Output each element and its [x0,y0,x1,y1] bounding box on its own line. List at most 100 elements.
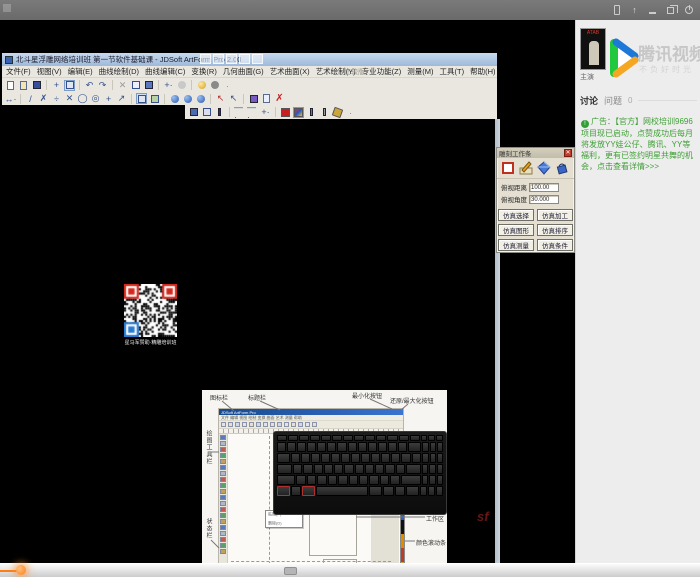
notes-icon[interactable] [261,93,272,104]
keyboard-key [406,486,419,496]
line-tool-icon[interactable]: / [25,93,36,104]
keyboard-key [316,486,368,496]
keyboard-key [401,475,421,485]
paint-bucket-icon[interactable] [555,161,569,175]
keyboard-key [422,464,428,474]
new-file-icon[interactable] [5,80,16,91]
announcement-link[interactable]: !广告：【官方】网校培训9696项目现已启动，点赞成功后每月将发放YY娃公仔、腾… [581,116,695,172]
progress-handle[interactable] [16,565,26,575]
pick-cursor-icon[interactable]: ↖ [215,93,226,104]
tab-discuss[interactable]: 讨论 [580,94,598,107]
palette-button[interactable]: 仿真测量 [498,239,534,251]
player-titlebar[interactable]: ↑ [0,0,700,20]
arrow-tool-icon[interactable]: ↗ [116,93,127,104]
paste-icon[interactable] [143,80,154,91]
keyboard-key [365,464,374,474]
gray-pencil-icon[interactable] [319,107,330,118]
minimize-icon[interactable] [647,5,658,16]
lamp-off-icon[interactable] [209,80,220,91]
menu-item[interactable]: 编辑(E) [68,66,93,77]
plus-tool-icon[interactable]: + [51,80,62,91]
menu-item[interactable]: 曲线编辑(C) [145,66,185,77]
redo-icon[interactable]: ↷ [97,80,108,91]
menu-item[interactable]: 帮助(H) [470,66,495,77]
palette-button[interactable]: 仿真图形 [498,224,534,236]
keyboard-key [375,464,384,474]
palette-button[interactable]: 仿真选择 [498,209,534,221]
node-select-icon[interactable] [64,80,75,91]
undo-icon[interactable]: ↶ [84,80,95,91]
keyboard-key [355,464,364,474]
menu-item[interactable]: 曲线绘制(D) [99,66,139,77]
close-icon[interactable]: ✕ [564,149,572,157]
offset-icon[interactable] [176,80,187,91]
table-pencil-icon[interactable] [201,107,212,118]
palette-button[interactable]: 仿真加工 [537,209,573,221]
view-angle-label: 俯视角度 [501,194,527,204]
thumbnail-figure [589,41,599,65]
stock-select-icon[interactable] [501,161,515,175]
midpoint-tool-icon[interactable]: ÷ [51,93,62,104]
circle-tool-icon[interactable]: ◯ [77,93,88,104]
palette-button[interactable]: 仿真排序 [537,224,573,236]
menu-item[interactable]: 测量(M) [407,66,433,77]
keyboard-key [331,453,340,463]
keyboard-key [351,453,360,463]
phone-icon[interactable] [611,5,622,16]
video-surface[interactable]: 北斗星浮雕网络培训班 第一节软件基础课 - JDSoft ArtForm Pro… [0,20,575,563]
view-angle-input[interactable]: 30.000 [529,195,559,204]
scrollbar-handle[interactable] [284,567,297,575]
view-distance-input[interactable]: 100.00 [529,183,559,192]
sphere-icon[interactable] [169,93,180,104]
polyline-tool-icon[interactable]: ✗ [38,93,49,104]
menu-item[interactable]: 艺术曲面(X) [270,66,310,77]
palette-button[interactable]: 仿真条件 [537,239,573,251]
keyboard-key [422,475,428,485]
gradient-swatch[interactable] [293,107,304,118]
keyboard-key [291,453,300,463]
grid-toggle-icon[interactable] [136,93,147,104]
diamond-surface-icon[interactable] [537,161,551,175]
color-pencil-icon[interactable] [306,107,317,118]
ellipse-tool-icon[interactable]: ◎ [90,93,101,104]
linewidth-icon[interactable]: +· [260,107,271,118]
sphere-icon[interactable] [182,93,193,104]
power-close-icon[interactable] [683,5,694,16]
fill-toggle-icon[interactable] [149,93,160,104]
video-thumbnail[interactable]: ATAB [580,28,606,70]
menu-item[interactable]: 几何曲面(G) [223,66,264,77]
toolbar-more-dot: . [222,80,233,91]
zoom-in-icon[interactable]: +· [163,80,174,91]
upload-arrow-icon[interactable]: ↑ [629,5,640,16]
player-window: ↑ 北斗星浮雕网络培训班 第一节软件基础课 - JDSoft ArtForm P… [0,0,700,577]
linestyle-solid-icon[interactable]: —· [234,107,245,118]
book-icon[interactable] [188,107,199,118]
menu-item[interactable]: 工具(T) [440,66,465,77]
palette-titlebar[interactable]: 雕刻工作条 ✕ [497,148,574,158]
tab-question[interactable]: 问题 [604,94,622,107]
cut-icon[interactable]: ✕ [117,80,128,91]
thumbnail-caption: 主演 [580,72,594,82]
save-icon[interactable] [31,80,42,91]
delete-icon[interactable]: ✗ [274,93,285,104]
point-tool-icon[interactable]: + [103,93,114,104]
lamp-on-icon[interactable] [196,80,207,91]
copy-icon[interactable] [130,80,141,91]
restore-icon[interactable] [665,5,676,16]
linestyle-dash-icon[interactable]: —· [247,107,258,118]
menu-item[interactable]: 变换(R) [191,66,216,77]
player-progress-bar[interactable] [0,563,700,577]
paint-bucket-icon[interactable] [332,107,343,118]
cross-tool-icon[interactable]: ✕ [64,93,75,104]
pencil-icon[interactable] [214,107,225,118]
menu-item[interactable]: 文件(F) [6,66,31,77]
line-color-swatch[interactable] [280,107,291,118]
menu-item[interactable]: 专业功能(Z) [362,66,402,77]
open-file-icon[interactable] [18,80,29,91]
pan-icon[interactable]: ↔· [5,93,16,104]
megaphone-icon: ! [581,120,589,128]
sphere-icon[interactable] [195,93,206,104]
carve-pencil-icon[interactable] [519,161,533,175]
keyboard-key [387,435,397,441]
menu-item[interactable]: 视图(V) [37,66,62,77]
